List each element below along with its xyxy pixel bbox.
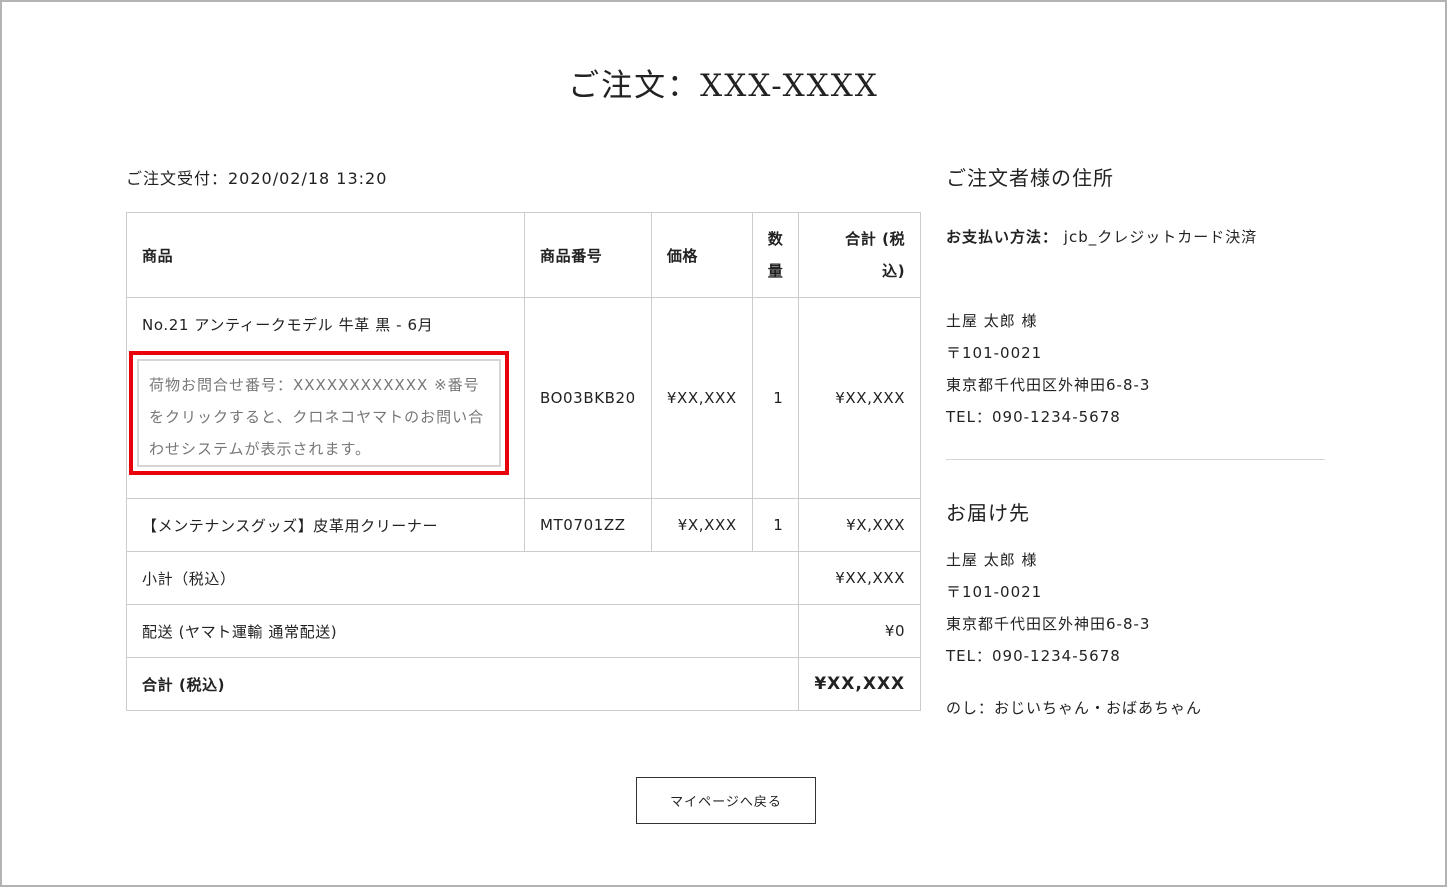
noshi-note: のし：おじいちゃん・おばあちゃん [946, 699, 1203, 717]
product-total: ¥XX,XXX [798, 297, 922, 499]
payment-label: お支払い方法： [946, 228, 1059, 246]
header-total-line1: 合計 (税 [845, 230, 906, 248]
customer-address-section: ご注文者様の住所 お支払い方法： jcb_クレジットカード決済 土屋 太郎 様 … [946, 162, 1326, 433]
section-divider [946, 459, 1325, 460]
header-total-line2: 込) [882, 262, 906, 280]
tracking-highlight-box: 荷物お問合せ番号：XXXXXXXXXXXX ※番号をクリックすると、クロネコヤマ… [129, 351, 509, 475]
table-header-row: 商品 商品番号 価格 数量 合計 (税込) [126, 212, 922, 298]
product-sku: BO03BKB20 [524, 297, 652, 499]
product-qty: 1 [751, 297, 800, 499]
shipping-row: 配送 (ヤマト運輸 通常配送) ¥0 [125, 604, 922, 658]
payment-method: お支払い方法： jcb_クレジットカード決済 [946, 221, 1326, 253]
header-product: 商品 [126, 212, 525, 298]
table-row: No.21 アンティークモデル 牛革 黒 - 6月 荷物お問合せ番号：XXXXX… [126, 297, 922, 499]
grand-total-row: 合計 (税込) ¥XX,XXX [125, 657, 922, 711]
page-title: ご注文：XXX-XXXX [568, 68, 879, 104]
shipping-heading: お届け先 [946, 501, 1030, 525]
grand-total-value: ¥XX,XXX [798, 657, 922, 711]
customer-address: 東京都千代田区外神田6-8-3 [946, 376, 1151, 394]
table-row: 【メンテナンスグッズ】皮革用クリーナー MT0701ZZ ¥X,XXX 1 ¥X… [126, 498, 922, 552]
product-cell: No.21 アンティークモデル 牛革 黒 - 6月 荷物お問合せ番号：XXXXX… [126, 297, 525, 499]
shipping-address: 東京都千代田区外神田6-8-3 [946, 615, 1151, 633]
product-qty: 1 [751, 498, 800, 552]
product-name: 【メンテナンスグッズ】皮革用クリーナー [126, 498, 525, 552]
product-price: ¥XX,XXX [650, 297, 753, 499]
product-name: No.21 アンティークモデル 牛革 黒 - 6月 [142, 316, 434, 334]
subtotal-row: 小計（税込） ¥XX,XXX [125, 551, 922, 605]
shipping-value: ¥0 [798, 604, 922, 658]
shipping-name: 土屋 太郎 様 [946, 551, 1038, 569]
header-qty-line2: 量 [767, 262, 784, 280]
back-to-mypage-button[interactable]: マイページへ戻る [636, 777, 816, 824]
shipping-postal: 〒101-0021 [946, 583, 1043, 601]
customer-tel: TEL：090-1234-5678 [946, 408, 1121, 426]
order-received-date: ご注文受付：2020/02/18 13:20 [126, 169, 388, 188]
order-table: 商品 商品番号 価格 数量 合計 (税込) No.21 アンティークモデル 牛革… [125, 212, 922, 711]
shipping-tel: TEL：090-1234-5678 [946, 647, 1121, 665]
product-total: ¥X,XXX [798, 498, 922, 552]
payment-value: jcb_クレジットカード決済 [1063, 228, 1258, 246]
subtotal-label: 小計（税込） [125, 551, 800, 605]
product-sku: MT0701ZZ [524, 498, 652, 552]
shipping-address-section: お届け先 土屋 太郎 様 〒101-0021 東京都千代田区外神田6-8-3 T… [946, 497, 1326, 724]
header-total: 合計 (税込) [798, 212, 922, 298]
tracking-note[interactable]: 荷物お問合せ番号：XXXXXXXXXXXX ※番号をクリックすると、クロネコヤマ… [137, 359, 501, 467]
customer-postal: 〒101-0021 [946, 344, 1043, 362]
grand-total-label: 合計 (税込) [125, 657, 800, 711]
header-sku: 商品番号 [524, 212, 652, 298]
shipping-label: 配送 (ヤマト運輸 通常配送) [125, 604, 800, 658]
customer-name: 土屋 太郎 様 [946, 312, 1038, 330]
header-qty-line1: 数 [767, 230, 784, 248]
header-price: 価格 [650, 212, 753, 298]
product-price: ¥X,XXX [650, 498, 753, 552]
customer-heading: ご注文者様の住所 [946, 166, 1114, 190]
header-qty: 数量 [751, 212, 800, 298]
subtotal-value: ¥XX,XXX [798, 551, 922, 605]
